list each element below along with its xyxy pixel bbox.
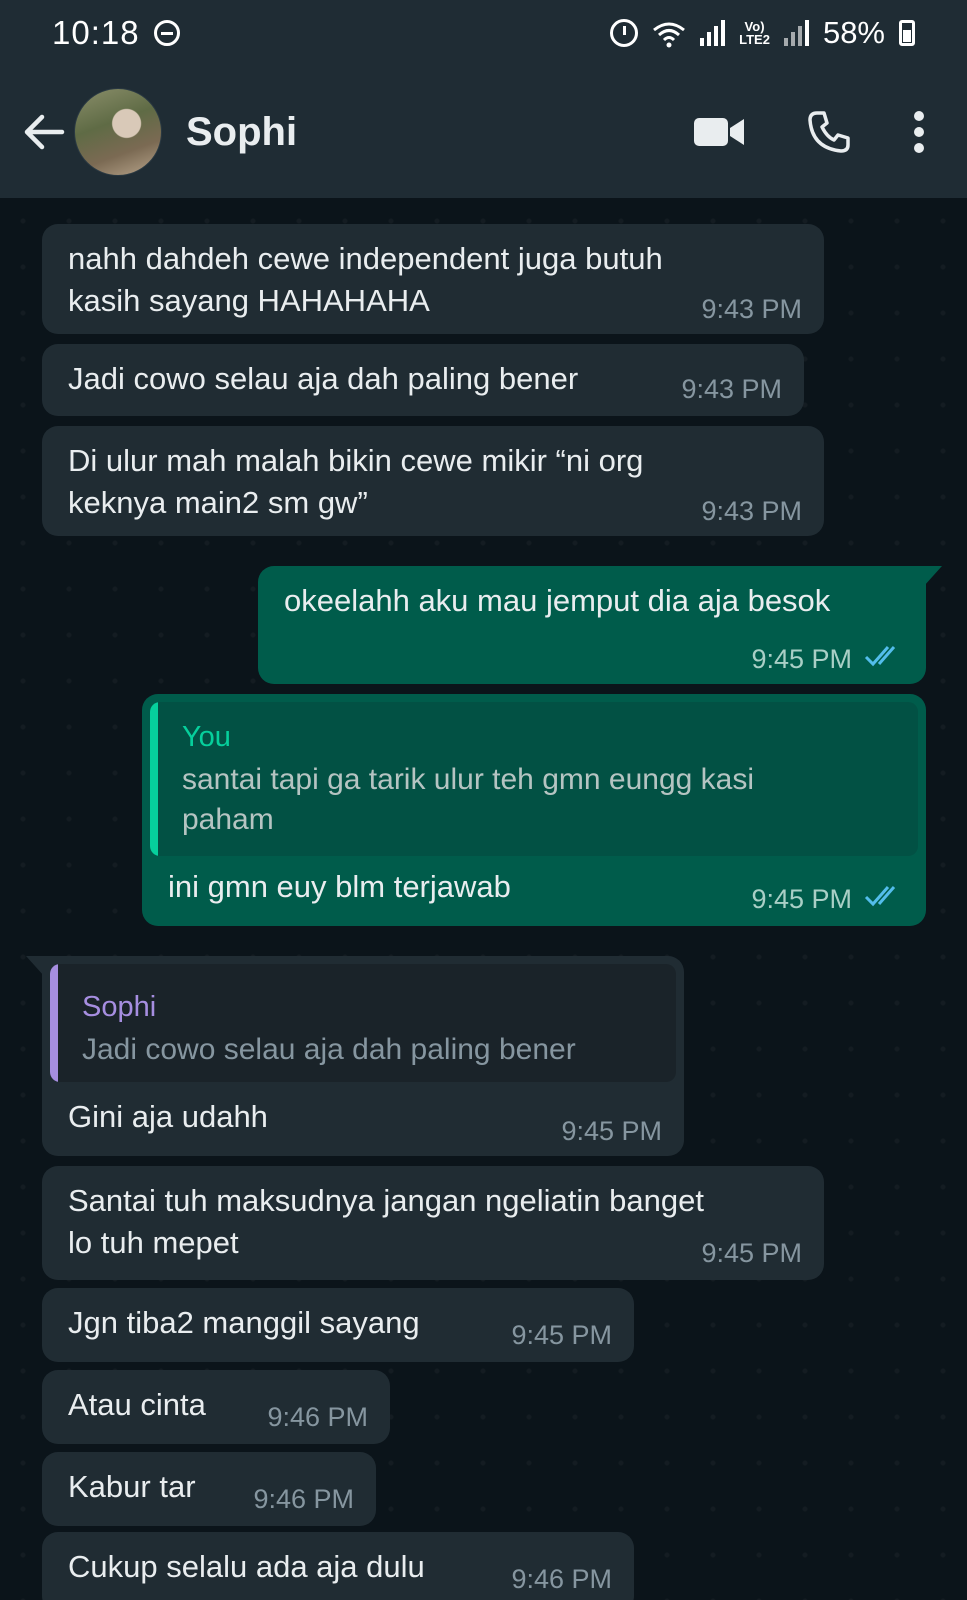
voice-call-icon[interactable] xyxy=(807,110,851,154)
bubble-tail xyxy=(26,956,44,976)
contact-name[interactable]: Sophi xyxy=(186,110,297,155)
quote-bar xyxy=(150,702,158,856)
message-bubble-incoming[interactable]: nahh dahdeh cewe independent juga butuh … xyxy=(42,224,824,334)
quote-text: paham xyxy=(182,803,274,836)
quote-text: Jadi cowo selau aja dah paling bener xyxy=(82,1033,576,1066)
message-time: 9:46 PM xyxy=(267,1402,368,1432)
message-bubble-incoming[interactable]: Di ulur mah malah bikin cewe mikir “ni o… xyxy=(42,426,824,536)
message-bubble-incoming[interactable]: Cukup selalu ada aja dulu 9:46 PM xyxy=(42,1532,634,1600)
quote-author: Sophi xyxy=(82,991,157,1023)
message-time: 9:45 PM xyxy=(701,1238,802,1268)
network-label: LTE2 xyxy=(739,32,770,47)
message-bubble-outgoing-reply[interactable]: You santai tapi ga tarik ulur teh gmn eu… xyxy=(142,694,926,926)
message-bubble-outgoing[interactable]: okeelahh aku mau jemput dia aja besok 9:… xyxy=(258,566,926,684)
quote-text: santai tapi ga tarik ulur teh gmn eungg … xyxy=(182,763,755,796)
message-time: 9:45 PM xyxy=(561,1116,662,1146)
read-ticks-icon xyxy=(864,646,896,667)
message-text: Atau cinta xyxy=(68,1387,206,1422)
dnd-icon xyxy=(153,20,180,46)
quote-author: You xyxy=(182,721,231,753)
message-bubble-incoming-reply[interactable]: Sophi Jadi cowo selau aja dah paling ben… xyxy=(42,956,684,1156)
message-time: 9:43 PM xyxy=(701,496,802,526)
signal-icon xyxy=(700,20,726,46)
status-time: 10:18 xyxy=(52,14,140,51)
avatar[interactable] xyxy=(74,88,162,176)
message-time: 9:46 PM xyxy=(253,1484,354,1514)
status-bar: 10:18 Vo) LTE2 58% xyxy=(0,0,967,66)
quote-bar xyxy=(50,964,58,1082)
message-text: ini gmn euy blm terjawab xyxy=(168,869,511,904)
message-bubble-incoming[interactable]: Jgn tiba2 manggil sayang 9:45 PM xyxy=(42,1288,634,1362)
message-text: okeelahh aku mau jemput dia aja besok xyxy=(284,583,831,618)
chat-header: Sophi xyxy=(0,66,967,198)
message-text: Kabur tar xyxy=(68,1469,196,1504)
message-time: 9:43 PM xyxy=(701,294,802,324)
message-time: 9:46 PM xyxy=(511,1564,612,1594)
message-text: keknya main2 sm gw” xyxy=(68,485,368,520)
signal-icon-2 xyxy=(783,20,809,46)
message-text: Jgn tiba2 manggil sayang xyxy=(68,1305,420,1340)
quoted-message[interactable]: You santai tapi ga tarik ulur teh gmn eu… xyxy=(150,702,918,856)
message-text: nahh dahdeh cewe independent juga butuh xyxy=(68,241,663,276)
bubble-tail xyxy=(924,566,942,586)
message-time: 9:45 PM xyxy=(751,644,852,674)
message-text: Jadi cowo selau aja dah paling bener xyxy=(68,361,579,396)
message-time: 9:43 PM xyxy=(681,374,782,404)
message-bubble-incoming[interactable]: Kabur tar 9:46 PM xyxy=(42,1452,376,1526)
wifi-icon xyxy=(652,18,686,48)
message-text: kasih sayang HAHAHAHA xyxy=(68,283,430,318)
more-options-icon[interactable] xyxy=(913,110,925,154)
chat-area[interactable]: nahh dahdeh cewe independent juga butuh … xyxy=(0,198,967,1600)
battery-percent: 58% xyxy=(822,15,885,50)
status-icons: Vo) LTE2 58% xyxy=(610,15,915,51)
volte-icon: Vo) LTE2 xyxy=(739,19,770,47)
message-time: 9:45 PM xyxy=(511,1320,612,1350)
back-arrow-icon[interactable] xyxy=(14,102,74,162)
read-ticks-icon xyxy=(864,886,896,907)
battery-icon xyxy=(899,20,915,46)
message-text: Santai tuh maksudnya jangan ngeliatin ba… xyxy=(68,1183,704,1218)
message-text: lo tuh mepet xyxy=(68,1225,239,1260)
message-bubble-incoming[interactable]: Santai tuh maksudnya jangan ngeliatin ba… xyxy=(42,1166,824,1280)
message-text: Di ulur mah malah bikin cewe mikir “ni o… xyxy=(68,443,644,478)
message-bubble-incoming[interactable]: Atau cinta 9:46 PM xyxy=(42,1370,390,1444)
video-call-icon[interactable] xyxy=(693,115,745,149)
message-text: Cukup selalu ada aja dulu xyxy=(68,1549,425,1584)
header-actions xyxy=(693,110,967,154)
message-time: 9:45 PM xyxy=(751,884,852,914)
alarm-icon xyxy=(610,19,639,47)
message-bubble-incoming[interactable]: Jadi cowo selau aja dah paling bener 9:4… xyxy=(42,344,804,416)
message-text: Gini aja udahh xyxy=(68,1099,268,1134)
quoted-message[interactable]: Sophi Jadi cowo selau aja dah paling ben… xyxy=(50,964,676,1082)
